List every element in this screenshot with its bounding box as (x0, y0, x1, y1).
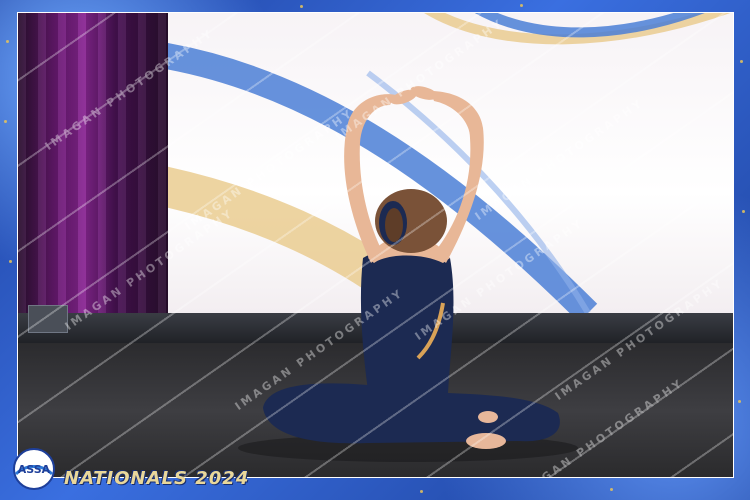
frame-speck (300, 5, 303, 8)
frame-speck (6, 40, 9, 43)
frame-speck (9, 260, 12, 263)
assa-logo-icon: ASSA (13, 448, 55, 490)
frame-speck (610, 488, 613, 491)
logo-text: ASSA (18, 463, 51, 476)
frame-speck (4, 120, 7, 123)
frame-speck (420, 490, 423, 493)
stage-photo: IMAGAN PHOTOGRAPHY IMAGAN PHOTOGRAPHY IM… (17, 12, 734, 478)
frame-speck (520, 4, 523, 7)
event-title: NATIONALS 2024 (64, 468, 250, 489)
frame-speck (742, 210, 745, 213)
dancer-figure (238, 86, 578, 462)
frame-speck (740, 60, 743, 63)
frame-speck (738, 400, 741, 403)
